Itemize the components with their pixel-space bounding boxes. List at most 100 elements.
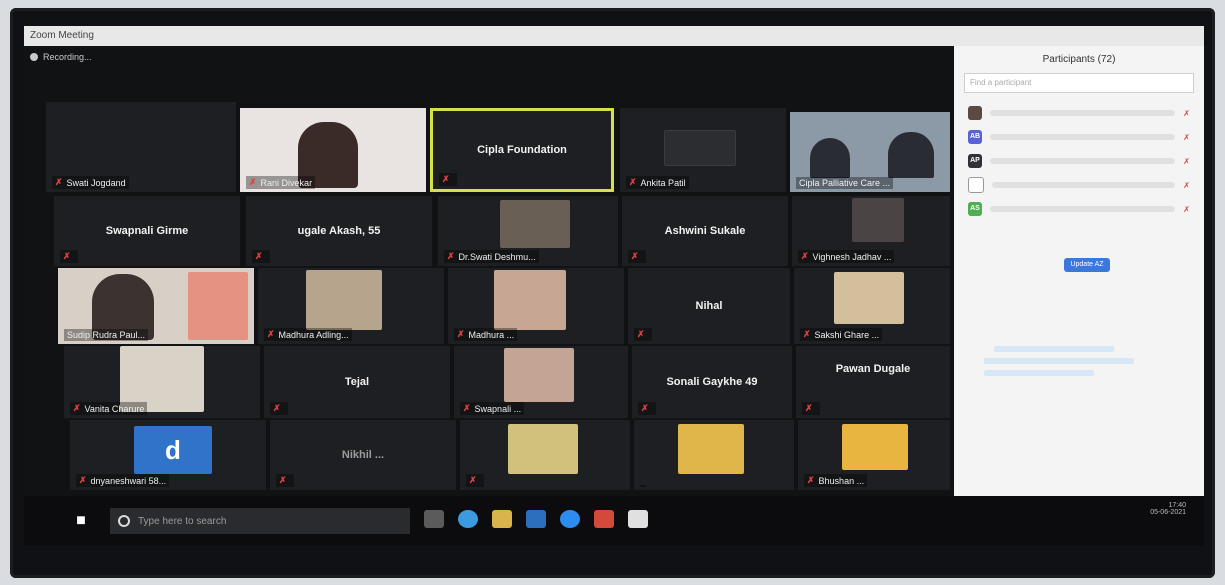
zoom-icon[interactable] [560, 510, 580, 528]
screen: Zoom Meeting Recording... ✗ Swati Jogdand… [24, 26, 1204, 546]
task-view-icon[interactable] [424, 510, 444, 528]
tile-name: Swapnali ... [474, 403, 522, 414]
participant-video [494, 270, 566, 330]
tile-name-bar: ✗ Swapnali ... [460, 402, 525, 415]
participant-name-blurred [992, 182, 1176, 188]
video-tile[interactable]: Tejal ✗ [264, 346, 450, 418]
video-gallery: Recording... ✗ Swati Jogdand ✗ Rani Diveka… [24, 46, 954, 496]
muted-mic-icon: ✗ [273, 403, 281, 413]
participant-video [504, 348, 574, 402]
edge-icon[interactable] [458, 510, 478, 528]
store-icon[interactable] [526, 510, 546, 528]
file-explorer-icon[interactable] [492, 510, 512, 528]
muted-mic-icon[interactable]: ✗ [1183, 205, 1190, 214]
avatar: AB [968, 130, 982, 144]
avatar [968, 177, 984, 193]
participant-video [306, 270, 382, 330]
tile-name: Sakshi Ghare ... [814, 329, 880, 340]
clock-date[interactable]: 05-06-2021 [1150, 509, 1186, 516]
muted-mic-icon[interactable]: ✗ [1183, 109, 1190, 118]
video-tile[interactable]: ✗ Swapnali ... [454, 346, 628, 418]
muted-mic-icon: ✗ [79, 475, 87, 485]
participant-row[interactable]: AP ✗ [954, 149, 1204, 173]
muted-mic-icon: ✗ [805, 403, 813, 413]
participant-search-input[interactable]: Find a participant [964, 73, 1194, 93]
video-tile[interactable]: ✗ Bhushan ... [798, 420, 950, 490]
tile-center-name: Sonali Gaykhe 49 [666, 376, 758, 389]
muted-mic-icon[interactable]: ✗ [1183, 157, 1190, 166]
video-tile[interactable] [634, 420, 794, 490]
participant-name-blurred [990, 206, 1176, 212]
participant-row[interactable]: AB ✗ [954, 125, 1204, 149]
muted-mic-icon: ✗ [457, 329, 465, 339]
muted-mic-icon[interactable]: ✗ [1183, 133, 1190, 142]
tile-name-bar: ✗ [634, 328, 652, 341]
participant-video [678, 424, 744, 474]
tile-name-bar: ✗ [466, 474, 484, 487]
participant-video [664, 130, 736, 166]
participant-row[interactable]: ✗ [954, 173, 1204, 197]
muted-mic-icon: ✗ [73, 403, 81, 413]
muted-mic-icon: ✗ [249, 177, 257, 187]
video-tile[interactable]: ✗ Sakshi Ghare ... [794, 268, 950, 344]
video-tile[interactable]: ✗ Swati Jogdand [46, 102, 236, 192]
video-tile[interactable]: Nihal ✗ [628, 268, 790, 344]
participant-name-blurred [990, 134, 1176, 140]
video-tile[interactable]: ✗ Rani Divekar [240, 108, 426, 192]
muted-mic-icon: ✗ [801, 251, 809, 261]
video-tile[interactable]: ugale Akash, 55 ✗ [246, 196, 432, 266]
tile-name-bar: ✗ [628, 250, 646, 263]
participant-row[interactable]: ✗ [954, 101, 1204, 125]
tile-name: Rani Divekar [260, 177, 313, 188]
video-tile[interactable]: Swapnali Girme ✗ [54, 196, 240, 266]
monitor-frame: Zoom Meeting Recording... ✗ Swati Jogdand… [10, 8, 1215, 578]
chat-text-blurred [984, 358, 1134, 364]
video-tile[interactable]: Pawan Dugale ✗ [796, 346, 950, 418]
participant-video [834, 272, 904, 324]
tile-name: Sudip Rudra Paul... [67, 330, 146, 340]
tile-name: dnyaneshwari 58... [90, 475, 167, 486]
video-tile[interactable]: d ✗ dnyaneshwari 58... [70, 420, 266, 490]
video-tile-active-speaker[interactable]: Cipla Foundation ✗ [430, 108, 614, 192]
video-tile[interactable]: Sudip Rudra Paul... [58, 268, 254, 344]
tile-name: Swati Jogdand [66, 177, 126, 188]
windows-start-icon[interactable]: ■ [72, 512, 90, 530]
muted-mic-icon: ✗ [267, 329, 275, 339]
clock-time[interactable]: 17:40 [1150, 502, 1186, 509]
video-tile[interactable]: ✗ Madhura Adling... [258, 268, 444, 344]
video-tile[interactable]: ✗ Dr.Swati Deshmu... [438, 196, 618, 266]
app-icon[interactable] [628, 510, 648, 528]
video-tile[interactable]: ✗ Vighnesh Jadhav ... [792, 196, 950, 266]
tile-center-name: Tejal [344, 376, 370, 389]
muted-mic-icon: ✗ [803, 329, 811, 339]
recording-indicator: Recording... [30, 52, 92, 62]
tile-name-bar: ✗ Swati Jogdand [52, 176, 129, 189]
participant-row[interactable]: AS ✗ [954, 197, 1204, 221]
tile-name-bar: ✗ Madhura Adling... [264, 328, 352, 341]
app-icon[interactable] [594, 510, 614, 528]
tile-name-bar: ✗ [802, 402, 820, 415]
video-tile[interactable]: Sonali Gaykhe 49 ✗ [632, 346, 792, 418]
participant-video [508, 424, 578, 474]
avatar: AP [968, 154, 982, 168]
video-tile[interactable]: Ashwini Sukale ✗ [622, 196, 788, 266]
update-button[interactable]: Update AZ [1064, 258, 1110, 272]
muted-mic-icon: ✗ [631, 251, 639, 261]
video-tile[interactable]: Cipla Palliative Care ... [790, 112, 950, 192]
system-tray: 17:40 05-06-2021 [1150, 502, 1186, 516]
cortana-icon [118, 515, 130, 527]
video-tile[interactable]: ✗ Madhura ... [448, 268, 624, 344]
tile-name-bar: ✗ Vighnesh Jadhav ... [798, 250, 895, 263]
muted-mic-icon[interactable]: ✗ [1183, 181, 1190, 190]
tile-name-bar: ✗ [270, 402, 288, 415]
tile-center-name: Swapnali Girme [105, 225, 189, 238]
tile-name-bar [640, 485, 646, 487]
video-tile[interactable]: ✗ Vanita Charure [64, 346, 260, 418]
tile-center-name: Nikhil ... [341, 449, 385, 462]
muted-mic-icon: ✗ [447, 251, 455, 261]
video-tile[interactable]: ✗ [460, 420, 630, 490]
video-tile[interactable]: Nikhil ... ✗ [270, 420, 456, 490]
video-tile[interactable]: ✗ Ankita Patil [620, 108, 786, 192]
muted-mic-icon: ✗ [807, 475, 815, 485]
taskbar-search-input[interactable]: Type here to search [110, 508, 410, 534]
